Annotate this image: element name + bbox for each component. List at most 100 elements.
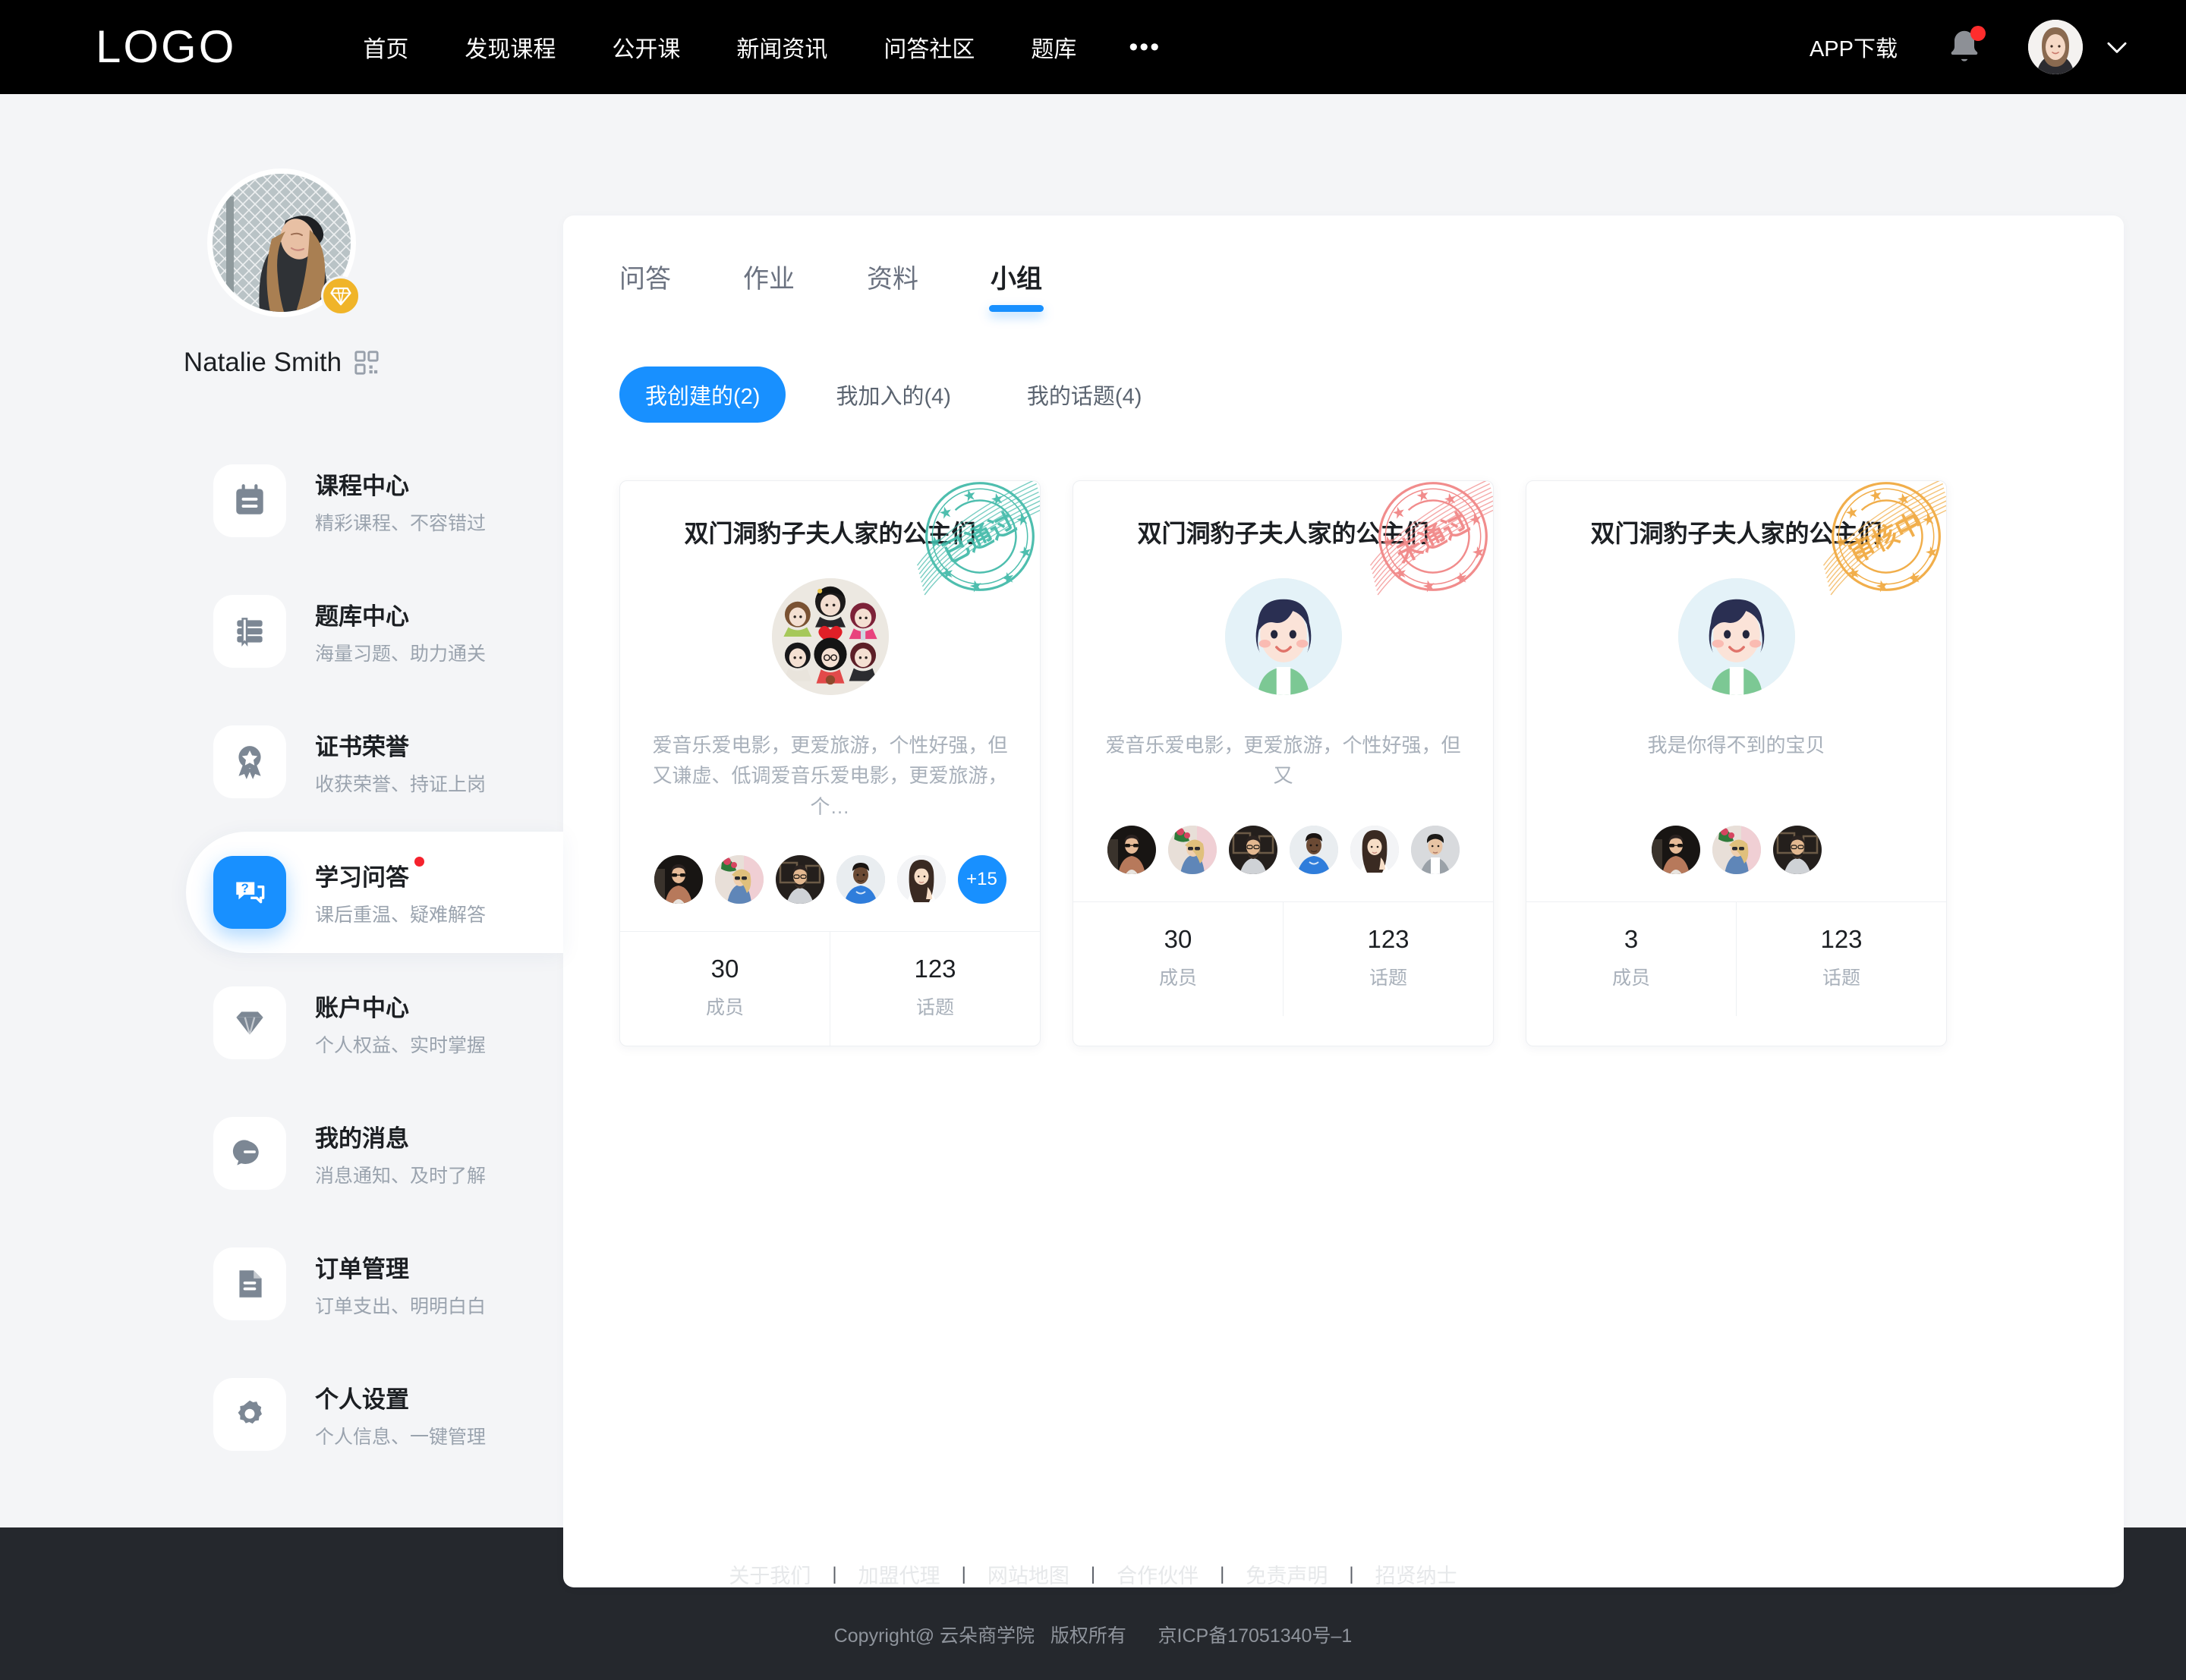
footer-link-franchise[interactable]: 加盟代理: [837, 1559, 962, 1589]
member-avatar[interactable]: [1350, 826, 1399, 874]
group-collage-icon: [771, 578, 889, 695]
sidebar-item-title: 账户中心: [315, 994, 409, 1021]
calendar-icon: [236, 484, 263, 514]
chevron-down-icon[interactable]: [2103, 33, 2131, 61]
nav-item-discover-courses[interactable]: 发现课程: [436, 30, 584, 64]
member-avatar[interactable]: [1289, 826, 1338, 874]
sidebar-item-title: 题库中心: [315, 602, 409, 630]
nav-item-qa-community[interactable]: 问答社区: [855, 30, 1003, 64]
member-photo-icon: [836, 854, 885, 904]
sidebar-item-text: 证书荣誉 收获荣誉、持证上岗: [315, 728, 486, 797]
member-overflow-count[interactable]: +15: [957, 854, 1006, 904]
sidebar-item-course-center[interactable]: 课程中心 精彩课程、不容错过: [0, 436, 563, 566]
sidebar-item-sub: 课后重温、疑难解答: [315, 904, 487, 926]
footer-copyright: Copyright@ 云朵商学院 版权所有 京ICP备17051340号–1: [833, 1625, 1353, 1647]
stat-label: 话题: [1369, 967, 1407, 989]
footer-link-about-us[interactable]: 关于我们: [707, 1559, 832, 1589]
member-avatar[interactable]: [714, 854, 764, 904]
member-avatar[interactable]: [775, 854, 824, 904]
site-logo[interactable]: LOGO: [96, 24, 236, 70]
app-download-link[interactable]: APP下载: [1810, 31, 1898, 63]
stat-value: 30: [710, 954, 739, 983]
sidebar-item-question-bank-center[interactable]: 题库中心 海量习题、助力通关: [0, 566, 563, 697]
stat-topics: 123 话题: [830, 931, 1040, 1046]
group-card-stats: 3 成员 123 话题: [1526, 901, 1946, 1016]
tab-materials[interactable]: 资料: [867, 258, 918, 312]
sidebar-item-sub: 订单支出、明明白白: [315, 1295, 487, 1317]
sidebar-item-title: 课程中心: [315, 472, 409, 499]
member-avatar[interactable]: [1651, 826, 1700, 874]
sidebar-item-learning-qa[interactable]: ? 学习问答 课后重温、疑难解答: [0, 827, 563, 958]
group-card[interactable]: 双门洞豹子夫人家的公主们: [1526, 480, 1947, 1046]
member-avatar[interactable]: [1410, 826, 1460, 874]
tab-qa[interactable]: 问答: [619, 258, 671, 312]
member-photo-icon: [1107, 826, 1156, 874]
nav-item-news[interactable]: 新闻资讯: [708, 30, 855, 64]
sidebar-item-account-center[interactable]: 账户中心 个人权益、实时掌握: [0, 958, 563, 1088]
footer-link-sitemap[interactable]: 网站地图: [966, 1559, 1091, 1589]
member-photo-icon: [775, 854, 824, 904]
sidebar-item-title: 我的消息: [315, 1125, 409, 1152]
sidebar-icon-wrap: [213, 986, 286, 1059]
sidebar-icon-wrap: [213, 595, 286, 668]
book-icon: [237, 618, 263, 647]
sidebar-icon-wrap: [213, 464, 286, 537]
nav-item-home[interactable]: 首页: [335, 30, 436, 64]
main-nav: 首页 发现课程 公开课 新闻资讯 问答社区 题库 •••: [335, 30, 1185, 64]
subtab-my-topics[interactable]: 我的话题(4): [1001, 367, 1167, 423]
stat-value: 30: [1164, 925, 1192, 953]
profile-avatar-wrap: [207, 168, 361, 317]
tab-groups[interactable]: 小组: [991, 258, 1042, 312]
content-tabs: 问答 作业 资料 小组: [619, 258, 2068, 312]
nav-item-question-bank[interactable]: 题库: [1003, 30, 1104, 64]
user-avatar[interactable]: [2028, 20, 2083, 74]
group-card-description: 我是你得不到的宝贝: [1647, 734, 1825, 757]
group-card-body: 双门洞豹子夫人家的公主们: [1073, 480, 1493, 901]
sidebar-item-certificates[interactable]: 证书荣誉 收获荣誉、持证上岗: [0, 697, 563, 827]
member-avatar[interactable]: [1228, 826, 1277, 874]
sidebar-item-order-management[interactable]: 订单管理 订单支出、明明白白: [0, 1219, 563, 1349]
sidebar-item-text: 我的消息 消息通知、及时了解: [315, 1119, 486, 1188]
member-avatar[interactable]: [1772, 826, 1822, 874]
group-avatar: [771, 578, 889, 695]
stat-members: 3 成员: [1526, 902, 1736, 1016]
sidebar-item-title: 个人设置: [315, 1386, 409, 1413]
member-photo-icon: [1167, 826, 1217, 874]
subtab-created-by-me[interactable]: 我创建的(2): [619, 367, 786, 423]
sidebar-icon-wrap: [213, 725, 286, 798]
member-avatar[interactable]: [836, 854, 885, 904]
footer-link-careers[interactable]: 招贤纳士: [1354, 1559, 1479, 1589]
group-card-stats: 30 成员 123 话题: [620, 930, 1040, 1046]
sidebar-item-my-messages[interactable]: 我的消息 消息通知、及时了解: [0, 1088, 563, 1219]
group-avatar: [1677, 578, 1795, 695]
cartoon-boy-icon: [1677, 578, 1795, 695]
sidebar-item-text: 课程中心 精彩课程、不容错过: [315, 467, 486, 536]
subtab-joined[interactable]: 我加入的(4): [810, 367, 976, 423]
tab-homework[interactable]: 作业: [743, 258, 795, 312]
member-avatar[interactable]: [654, 854, 703, 904]
group-card[interactable]: 双门洞豹子夫人家的公主们: [1073, 480, 1494, 1046]
nav-more-icon[interactable]: •••: [1104, 33, 1185, 60]
sidebar-item-sub: 海量习题、助力通关: [315, 643, 487, 665]
group-card[interactable]: 双门洞豹子夫人家的公主们: [619, 480, 1041, 1046]
sidebar-item-title: 证书荣誉: [315, 733, 409, 760]
sidebar-icon-wrap: ?: [213, 856, 286, 929]
sidebar-item-text: 账户中心 个人权益、实时掌握: [315, 989, 486, 1058]
sidebar-icon-wrap: [213, 1378, 286, 1451]
footer-link-partners[interactable]: 合作伙伴: [1095, 1559, 1220, 1589]
footer-link-disclaimer[interactable]: 免责声明: [1224, 1559, 1349, 1589]
sidebar: Natalie Smith 课程中心 精彩课程、不容错过 题库中心 海量习题、助…: [0, 94, 563, 1527]
nav-item-open-class[interactable]: 公开课: [584, 30, 708, 64]
qr-code-icon[interactable]: [354, 350, 380, 376]
sidebar-item-sub: 个人信息、一键管理: [315, 1426, 487, 1448]
notification-dot: [1970, 26, 1986, 41]
sidebar-item-personal-settings[interactable]: 个人设置 个人信息、一键管理: [0, 1349, 563, 1480]
notification-bell-button[interactable]: [1945, 26, 1986, 68]
stat-members: 30 成员: [620, 932, 830, 1046]
member-avatar[interactable]: [896, 854, 946, 904]
member-avatar[interactable]: [1107, 826, 1156, 874]
member-photo-icon: [1712, 826, 1761, 874]
svg-text:?: ?: [241, 881, 249, 895]
member-avatar[interactable]: [1167, 826, 1217, 874]
member-avatar[interactable]: [1712, 826, 1761, 874]
